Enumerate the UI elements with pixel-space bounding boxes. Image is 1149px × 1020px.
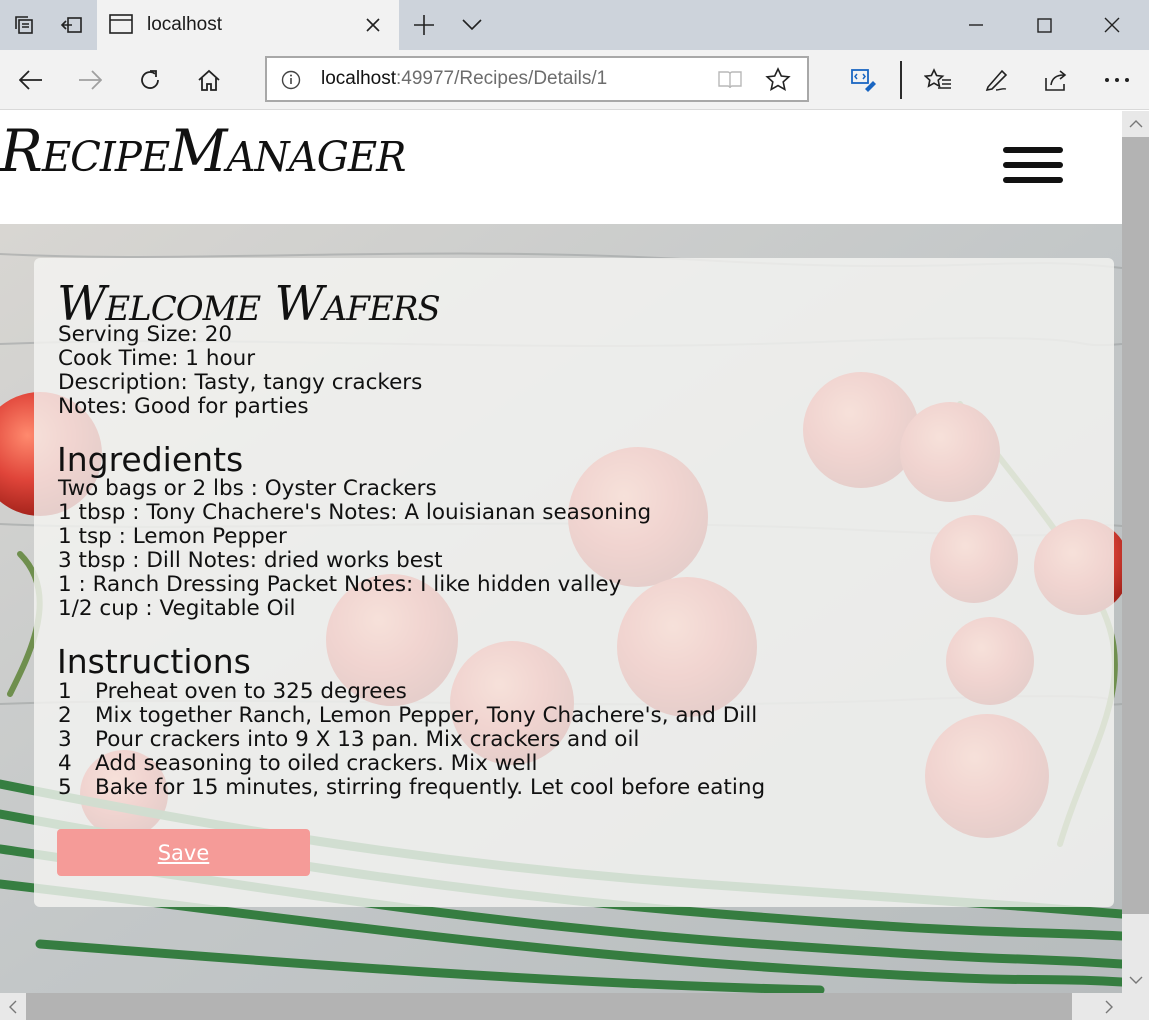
step-text: Pour crackers into 9 X 13 pan. Mix crack… [95, 727, 640, 752]
description: Description: Tasty, tangy crackers [58, 370, 423, 395]
hamburger-menu-icon[interactable] [1003, 147, 1063, 187]
ingredient-item: 1 : Ranch Dressing Packet Notes: I like … [58, 572, 622, 597]
ingredient-item: 1 tsp : Lemon Pepper [58, 524, 287, 549]
site-header: RecipeManager [0, 111, 1122, 224]
url-path: :49977/Recipes/Details/1 [396, 68, 608, 89]
step-text: Add seasoning to oiled crackers. Mix wel… [95, 751, 538, 776]
dev-tools-icon[interactable] [839, 55, 889, 105]
home-icon[interactable] [184, 55, 234, 105]
toolbar-separator [900, 61, 902, 99]
instructions-heading: Instructions [57, 642, 251, 681]
scroll-left-icon[interactable] [0, 993, 26, 1020]
step-text: Preheat oven to 325 degrees [95, 679, 407, 704]
refresh-icon[interactable] [125, 55, 175, 105]
site-logo[interactable]: RecipeManager [0, 117, 406, 185]
url-text: localhost:49977/Recipes/Details/1 [321, 68, 607, 90]
info-icon[interactable] [279, 68, 303, 92]
browser-toolbar: localhost:49977/Recipes/Details/1 [0, 50, 1149, 110]
step-number: 3 [58, 727, 72, 752]
tab-title: localhost [147, 14, 222, 35]
ingredient-item: 1/2 cup : Vegitable Oil [58, 596, 296, 621]
recipe-card: Welcome Wafers Serving Size: 20 Cook Tim… [34, 258, 1114, 907]
set-aside-tabs-icon[interactable] [48, 0, 96, 50]
horizontal-scrollbar-thumb[interactable] [26, 993, 1072, 1020]
tab-localhost[interactable]: localhost [97, 0, 399, 50]
favorites-list-icon[interactable] [913, 55, 963, 105]
step-number: 4 [58, 751, 72, 776]
new-tab-icon[interactable] [400, 0, 448, 50]
scroll-up-icon[interactable] [1122, 111, 1149, 137]
maximize-icon[interactable] [1010, 0, 1078, 50]
window-close-icon[interactable] [1078, 0, 1146, 50]
minimize-icon[interactable] [942, 0, 1010, 50]
favorite-star-icon[interactable] [765, 67, 791, 93]
address-bar[interactable]: localhost:49977/Recipes/Details/1 [265, 56, 809, 102]
share-icon[interactable] [1031, 55, 1081, 105]
chevron-down-icon[interactable] [448, 0, 496, 50]
vertical-scrollbar-thumb[interactable] [1122, 137, 1149, 914]
step-number: 5 [58, 775, 72, 800]
back-icon[interactable] [6, 55, 56, 105]
step-number: 1 [58, 679, 72, 704]
step-number: 2 [58, 703, 72, 728]
notes: Notes: Good for parties [58, 394, 309, 419]
close-icon[interactable] [361, 13, 385, 37]
step-text: Mix together Ranch, Lemon Pepper, Tony C… [95, 703, 758, 728]
serving-size: Serving Size: 20 [58, 322, 233, 347]
scroll-right-icon[interactable] [1096, 993, 1122, 1020]
cook-time: Cook Time: 1 hour [58, 346, 256, 371]
tab-actions-icon[interactable] [0, 0, 48, 50]
scroll-down-icon[interactable] [1122, 967, 1149, 993]
browser-tab-bar: localhost [0, 0, 1149, 50]
save-button[interactable]: Save [57, 829, 310, 876]
reading-view-icon[interactable] [717, 67, 743, 93]
url-host: localhost [321, 68, 396, 89]
ingredient-item: Two bags or 2 lbs : Oyster Crackers [58, 476, 437, 501]
tab-page-icon [109, 14, 133, 34]
more-icon[interactable] [1092, 55, 1142, 105]
forward-icon[interactable] [65, 55, 115, 105]
ingredients-heading: Ingredients [57, 440, 244, 479]
step-text: Bake for 15 minutes, stirring frequently… [95, 775, 766, 800]
pen-icon[interactable] [972, 55, 1022, 105]
page-viewport: RecipeManager Welcome Wafers Serving Siz… [0, 111, 1122, 993]
ingredient-item: 1 tbsp : Tony Chachere's Notes: A louisi… [58, 500, 652, 525]
ingredient-item: 3 tbsp : Dill Notes: dried works best [58, 548, 443, 573]
